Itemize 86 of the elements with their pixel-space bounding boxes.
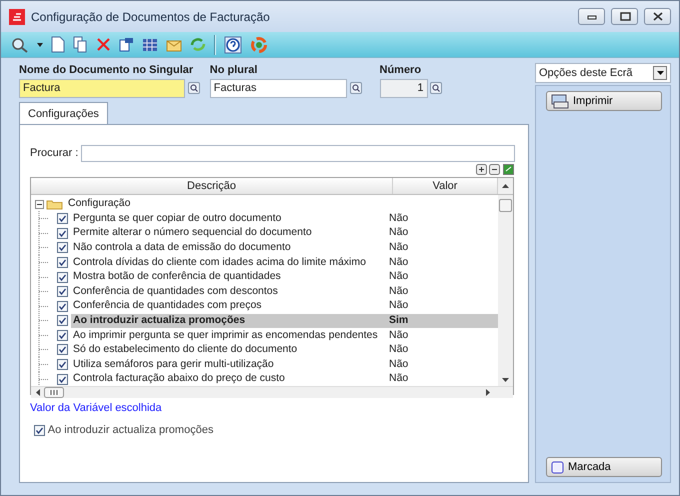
table-cell-text: Não: [389, 269, 408, 284]
table-cell-text: Não: [389, 328, 408, 343]
checkbox[interactable]: [57, 315, 68, 326]
field-label: Nome do Documento no Singular: [19, 63, 194, 76]
checkbox[interactable]: [57, 213, 68, 224]
collapse-all-icon[interactable]: [489, 164, 500, 175]
input-field[interactable]: Factura: [19, 78, 185, 98]
scroll-down-icon[interactable]: [502, 378, 509, 384]
field-label: No plural: [210, 63, 258, 76]
checkbox[interactable]: [34, 425, 45, 436]
lookup-button[interactable]: [430, 82, 442, 94]
columns-icon[interactable]: [119, 37, 134, 52]
scroll-right-icon[interactable]: [486, 389, 491, 396]
scroll-up-icon[interactable]: [502, 183, 509, 188]
tree-item[interactable]: Controla facturação abaixo do preço de custo: [71, 371, 389, 388]
input-field[interactable]: Facturas: [210, 78, 347, 98]
printer-icon: [551, 94, 569, 108]
tree-item[interactable]: Controla dívidas do cliente com idades acima do limite máximo: [71, 254, 389, 270]
checkbox-icon: [551, 460, 564, 474]
search-label: Procurar :: [30, 146, 78, 161]
tree-item[interactable]: Configuração: [68, 196, 130, 212]
minimize-button[interactable]: [578, 8, 605, 25]
field-label: Número: [380, 63, 422, 76]
maximize-button[interactable]: [611, 8, 638, 25]
side-button[interactable]: Marcada: [546, 457, 662, 477]
close-icon[interactable]: [652, 11, 664, 22]
input-field: 1: [380, 78, 428, 98]
table-cell-text: Não: [389, 225, 408, 240]
checkbox[interactable]: [57, 300, 68, 312]
tree-item[interactable]: Não controla a data de emissão do documento: [71, 240, 389, 256]
table-cell-text: Não: [389, 298, 408, 314]
table-cell-text: Não: [389, 240, 408, 255]
table-icon[interactable]: [142, 38, 158, 52]
tree-item[interactable]: Mostra botão de conferência de quantidades: [71, 269, 389, 285]
expand-all-icon[interactable]: [476, 164, 486, 175]
checkbox[interactable]: [57, 256, 68, 268]
table-cell-text: Não: [389, 210, 408, 226]
checkbox[interactable]: [57, 344, 68, 356]
checkbox[interactable]: [57, 374, 68, 385]
scrollbar-thumb[interactable]: [44, 387, 64, 398]
checkbox-label: Ao introduzir actualiza promoções: [48, 423, 214, 438]
section-title: Valor da Variável escolhida: [30, 401, 163, 416]
column-header[interactable]: Descrição: [31, 178, 393, 194]
document-icon[interactable]: [51, 36, 65, 53]
delete-icon[interactable]: [96, 37, 111, 52]
checkbox[interactable]: [57, 330, 68, 341]
window-title: Configuração de Documentos de Facturação: [31, 8, 271, 26]
search-icon[interactable]: [11, 36, 29, 52]
lookup-button[interactable]: [188, 82, 200, 94]
side-button[interactable]: Imprimir: [546, 91, 662, 111]
tab[interactable]: Configurações: [19, 102, 108, 124]
selected-row[interactable]: Ao introduzir actualiza promoções Sim: [71, 314, 498, 328]
table-cell-text: Não: [389, 356, 408, 372]
table-cell-text: Não: [389, 254, 408, 270]
checkbox[interactable]: [57, 286, 68, 298]
folder-icon: [46, 198, 64, 210]
table-cell-text: Não: [389, 342, 408, 358]
lookup-button[interactable]: [350, 82, 362, 94]
dropdown-arrow-icon[interactable]: [656, 71, 664, 75]
table-cell-text: Sim: [389, 312, 408, 328]
checkbox[interactable]: [57, 242, 68, 254]
table-cell-text: Não: [389, 371, 408, 386]
close-button[interactable]: [644, 8, 671, 25]
collapse-icon[interactable]: [35, 200, 46, 209]
maximize-icon[interactable]: [618, 11, 630, 22]
tree-item[interactable]: Conferência de quantidades com descontos: [71, 284, 389, 300]
caret-icon[interactable]: [37, 42, 43, 46]
tree-item[interactable]: Utiliza semáforos para gerir multi-utilização: [71, 356, 389, 372]
copy-icon[interactable]: [73, 36, 88, 53]
checkbox[interactable]: [57, 228, 68, 239]
checkbox[interactable]: [57, 359, 68, 370]
help-icon[interactable]: [224, 36, 242, 54]
dropdown[interactable]: Opções deste Ecrã: [535, 63, 671, 83]
tree-item[interactable]: Só do estabelecimento do cliente do documento: [71, 342, 389, 358]
table-cell-text: Não: [389, 284, 408, 299]
scroll-left-icon[interactable]: [35, 389, 40, 396]
checkbox[interactable]: [57, 272, 68, 283]
sync-icon[interactable]: [503, 164, 514, 175]
scrollbar-thumb[interactable]: [499, 198, 512, 212]
tree-item[interactable]: Permite alterar o número sequencial do documento: [71, 225, 389, 242]
tree-item[interactable]: Pergunta se quer copiar de outro documento: [71, 210, 389, 227]
tree-item[interactable]: Conferência de quantidades com preços: [71, 298, 389, 314]
tree-item: Ao introduzir actualiza promoções: [72, 312, 246, 328]
search-field[interactable]: [81, 144, 516, 162]
app-logo-icon: [9, 8, 25, 24]
tree-item[interactable]: Ao imprimir pergunta se quer imprimir as encomendas pendentes: [71, 328, 389, 344]
